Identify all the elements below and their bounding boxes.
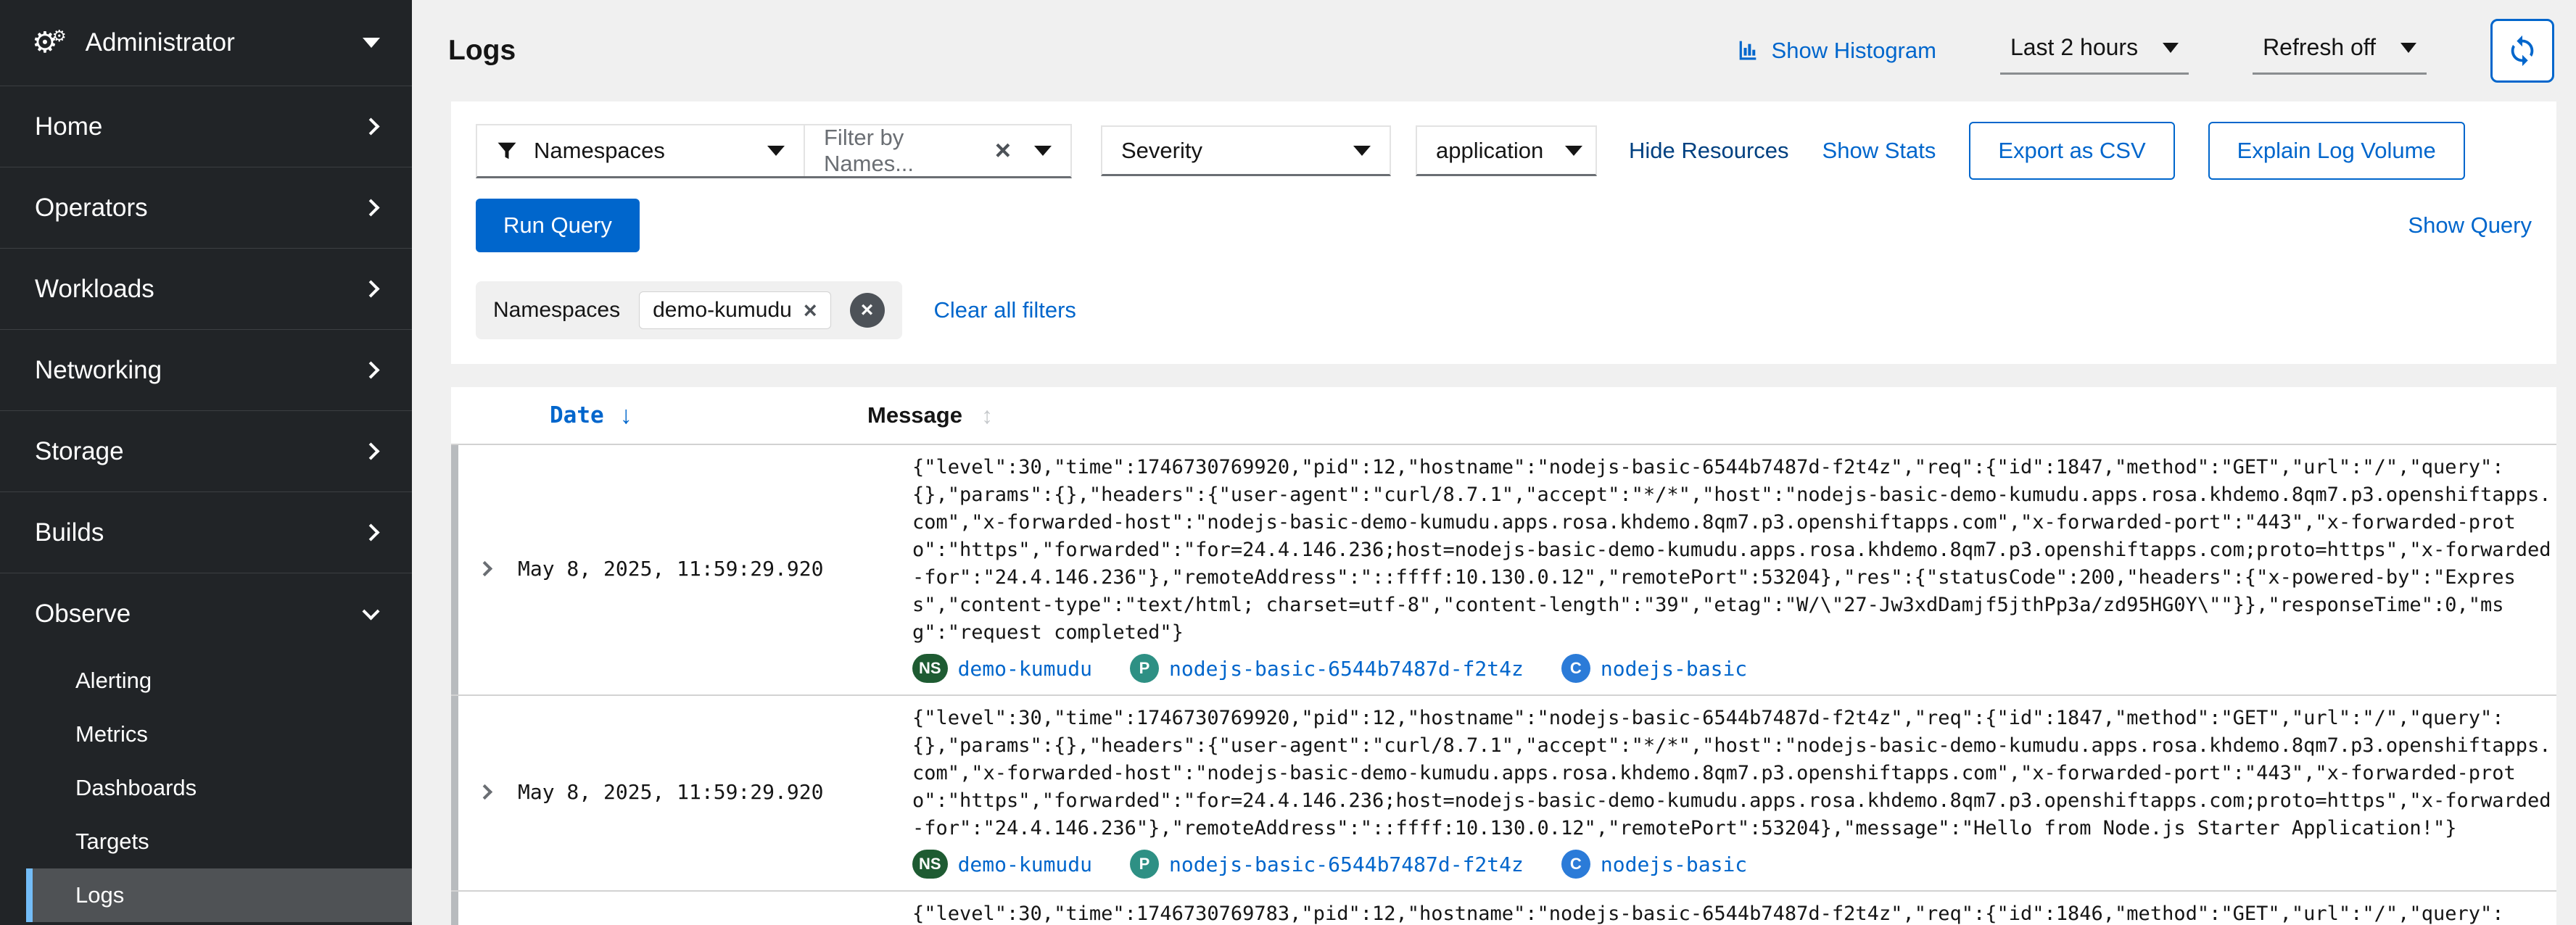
remove-chip-icon[interactable]: × xyxy=(804,299,817,322)
sidebar-item-targets[interactable]: Targets xyxy=(0,815,412,868)
run-query-button[interactable]: Run Query xyxy=(476,199,640,252)
sidebar-item-metrics[interactable]: Metrics xyxy=(0,708,412,761)
show-stats-link[interactable]: Show Stats xyxy=(1822,138,1936,164)
namespace-link[interactable]: NSdemo-kumudu xyxy=(912,850,1092,879)
sidebar-item-builds[interactable]: Builds xyxy=(0,491,412,573)
expand-row-icon[interactable] xyxy=(476,784,492,799)
chevron-right-icon xyxy=(362,523,379,541)
page-title: Logs xyxy=(448,35,516,67)
attribute-filter-group: Namespaces Filter by Names... × xyxy=(476,124,1072,178)
sidebar-item-dashboards[interactable]: Dashboards xyxy=(0,761,412,815)
caret-down-icon xyxy=(2400,43,2416,53)
caret-down-icon xyxy=(1353,146,1371,156)
chevron-right-icon xyxy=(362,280,379,297)
tenant-select[interactable]: application xyxy=(1416,125,1597,176)
expand-row-icon[interactable] xyxy=(476,560,492,576)
container-link[interactable]: Cnodejs-basic xyxy=(1561,654,1747,683)
namespace-badge: NS xyxy=(912,850,948,879)
container-badge: C xyxy=(1561,850,1590,879)
sidebar-item-observe[interactable]: Observe xyxy=(0,573,412,654)
refresh-button[interactable] xyxy=(2490,19,2554,83)
resource-links: NSdemo-kumudu Pnodejs-basic-6544b7487d-f… xyxy=(912,654,2553,683)
log-message: {"level":30,"time":1746730769920,"pid":1… xyxy=(912,454,2553,647)
show-histogram-link[interactable]: Show Histogram xyxy=(1737,38,1936,64)
export-csv-button[interactable]: Export as CSV xyxy=(1969,122,2174,180)
table-row: May 8, 2025, 11:59:29.920 {"level":30,"t… xyxy=(451,694,2556,890)
container-link[interactable]: Cnodejs-basic xyxy=(1561,850,1747,879)
hide-resources-link[interactable]: Hide Resources xyxy=(1629,138,1789,164)
main-content: Logs Show Histogram Last 2 hours Refresh… xyxy=(412,0,2576,925)
chevron-right-icon xyxy=(362,361,379,378)
caret-down-icon xyxy=(1565,146,1582,156)
sort-icon[interactable]: ↕ xyxy=(981,402,993,429)
clear-all-filters-link[interactable]: Clear all filters xyxy=(934,297,1076,323)
table-row: May 8, 2025, 11:59:29.784 {"level":30,"t… xyxy=(451,890,2556,925)
log-message: {"level":30,"time":1746730769920,"pid":1… xyxy=(912,705,2553,842)
logs-table: Date ↓ Message ↕ May 8, 2025, 11:59:29.9… xyxy=(451,387,2556,925)
sidebar-item-home[interactable]: Home xyxy=(0,86,412,167)
sidebar-item-logs[interactable]: Logs xyxy=(26,868,412,922)
histogram-icon xyxy=(1737,39,1762,62)
caret-down-icon xyxy=(767,146,785,156)
chevron-right-icon xyxy=(362,199,379,216)
message-column-header[interactable]: Message xyxy=(867,402,962,428)
namespace-link[interactable]: NSdemo-kumudu xyxy=(912,654,1092,683)
sidebar-item-workloads[interactable]: Workloads xyxy=(0,248,412,329)
table-row: May 8, 2025, 11:59:29.920 {"level":30,"t… xyxy=(451,444,2556,694)
refresh-interval-select[interactable]: Refresh off xyxy=(2253,27,2427,75)
explain-log-volume-button[interactable]: Explain Log Volume xyxy=(2208,122,2465,180)
pod-badge: P xyxy=(1130,850,1159,879)
caret-down-icon xyxy=(363,38,380,48)
container-badge: C xyxy=(1561,654,1590,683)
sidebar-item-operators[interactable]: Operators xyxy=(0,167,412,248)
caret-down-icon xyxy=(1034,146,1052,156)
sidebar: ⚙⚙ Administrator Home Operators Workload… xyxy=(0,0,412,925)
perspective-switcher[interactable]: ⚙⚙ Administrator xyxy=(0,0,412,86)
log-message: {"level":30,"time":1746730769783,"pid":1… xyxy=(912,900,2553,925)
sync-icon xyxy=(2506,34,2539,67)
chevron-down-icon xyxy=(362,602,379,620)
page-header: Logs Show Histogram Last 2 hours Refresh… xyxy=(412,0,2576,101)
log-timestamp: May 8, 2025, 11:59:29.920 xyxy=(518,557,912,581)
namespace-chip: demo-kumudu × xyxy=(639,291,830,329)
pod-link[interactable]: Pnodejs-basic-6544b7487d-f2t4z xyxy=(1130,850,1524,879)
table-header: Date ↓ Message ↕ xyxy=(451,387,2556,444)
date-column-header[interactable]: Date xyxy=(550,402,604,428)
chevron-right-icon xyxy=(362,442,379,460)
clear-input-icon[interactable]: × xyxy=(995,137,1011,165)
severity-select[interactable]: Severity xyxy=(1101,125,1391,176)
clear-chip-group-icon[interactable]: × xyxy=(850,293,885,328)
sort-descending-icon[interactable]: ↓ xyxy=(620,402,632,430)
cogs-icon: ⚙⚙ xyxy=(32,28,67,57)
resource-links: NSdemo-kumudu Pnodejs-basic-6544b7487d-f… xyxy=(912,850,2553,879)
show-query-link[interactable]: Show Query xyxy=(2408,212,2532,238)
pod-link[interactable]: Pnodejs-basic-6544b7487d-f2t4z xyxy=(1130,654,1524,683)
caret-down-icon xyxy=(2163,43,2179,53)
log-timestamp: May 8, 2025, 11:59:29.920 xyxy=(518,780,912,804)
filter-icon xyxy=(496,140,518,162)
sidebar-item-alerting[interactable]: Alerting xyxy=(0,654,412,708)
sidebar-item-storage[interactable]: Storage xyxy=(0,410,412,491)
chevron-right-icon xyxy=(362,117,379,135)
time-range-select[interactable]: Last 2 hours xyxy=(2000,27,2189,75)
namespaces-chip-group: Namespaces demo-kumudu × × xyxy=(476,281,902,339)
chip-group-label: Namespaces xyxy=(493,298,620,323)
namespace-badge: NS xyxy=(912,654,948,683)
filter-toolbar: Namespaces Filter by Names... × Severity… xyxy=(451,101,2556,364)
attribute-selector[interactable]: Namespaces xyxy=(477,125,804,176)
namespace-filter-input[interactable]: Filter by Names... × xyxy=(804,125,1070,176)
perspective-label: Administrator xyxy=(86,28,235,57)
pod-badge: P xyxy=(1130,654,1159,683)
sidebar-item-networking[interactable]: Networking xyxy=(0,329,412,410)
header-controls: Show Histogram Last 2 hours Refresh off xyxy=(1737,19,2554,83)
